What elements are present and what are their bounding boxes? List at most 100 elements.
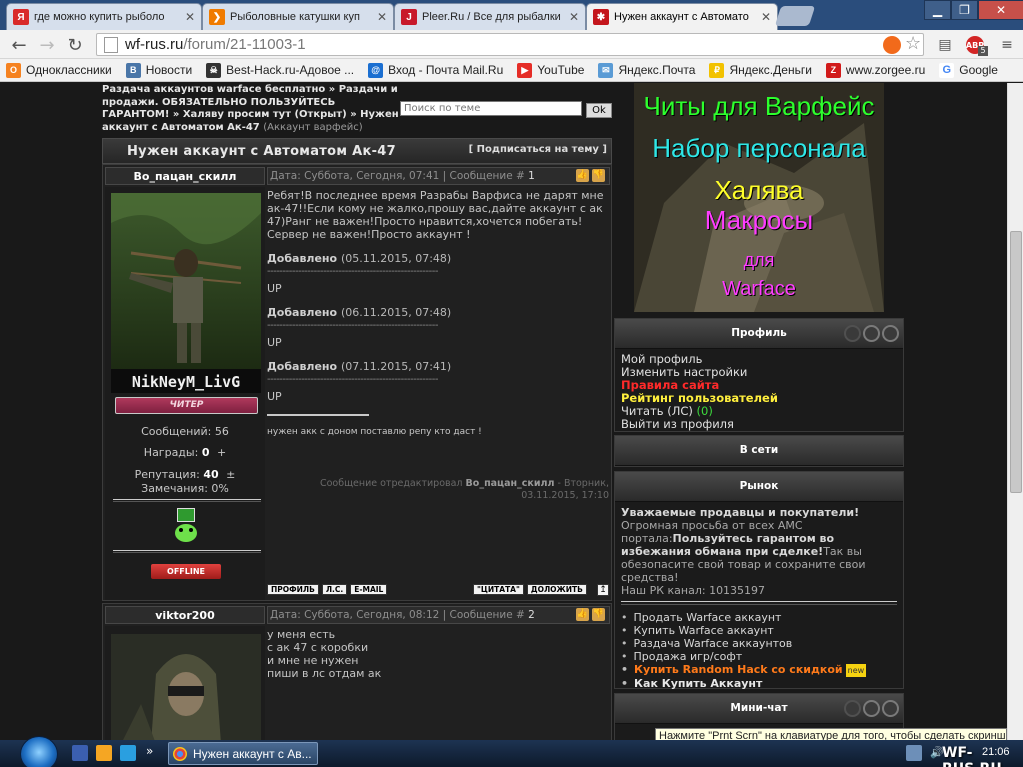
topic-search-input[interactable] xyxy=(400,101,582,116)
reader-icon[interactable]: ▤ xyxy=(936,36,954,54)
signature-divider xyxy=(267,414,369,416)
taskbar-chrome-window[interactable]: Нужен аккаунт с Ав... xyxy=(168,742,318,765)
back-arrow-icon[interactable]: ← xyxy=(8,34,30,56)
awards-label: Награды: xyxy=(143,446,199,459)
games-software-link[interactable]: Продажа игр/софт xyxy=(621,650,897,663)
windows-taskbar: » Нужен аккаунт с Ав... 🔊 21:06 xyxy=(0,736,1023,767)
thumbs-up-icon[interactable]: 👍 xyxy=(576,608,589,621)
buy-account-link[interactable]: Купить Warface аккаунт xyxy=(621,624,897,637)
divider xyxy=(113,550,261,553)
topic-header: Нужен аккаунт с Автоматом Ак-47 [ Подпис… xyxy=(102,138,612,164)
author-info xyxy=(105,626,265,740)
post-number[interactable]: 2 xyxy=(528,609,535,621)
thumbs-down-icon[interactable]: 👎 xyxy=(592,169,605,182)
bookmark-besthack[interactable]: ☠ Best-Hack.ru-Адовое ... xyxy=(206,62,354,78)
added-label: Добавлено xyxy=(267,306,338,319)
close-tab-icon[interactable]: ✕ xyxy=(569,10,579,24)
market-block-title: Рынок xyxy=(739,480,779,492)
author-info: NikNeyM_LivG ЧИТЕР Сообщений: 56 Награды… xyxy=(105,187,265,600)
avatar-caption: NikNeyM_LivG xyxy=(132,373,240,391)
post-number[interactable]: 1 xyxy=(528,170,535,182)
yandex-favicon-icon: Я xyxy=(13,9,29,25)
post-author[interactable]: Bo_пацан_скилл xyxy=(105,167,265,185)
browser-tab-3[interactable]: J Pleer.Ru / Все для рыбалки ✕ xyxy=(394,3,586,30)
promo-line-1: Читы для Варфейс xyxy=(643,91,875,121)
browser-tab-2[interactable]: ❯ Рыболовные катушки куп ✕ xyxy=(202,3,394,30)
post-author[interactable]: viktor200 xyxy=(105,606,265,624)
new-tab-button[interactable] xyxy=(774,6,816,26)
breadcrumb-link-3[interactable]: Халяву просим тут (Открыт) xyxy=(183,109,347,120)
close-tab-icon[interactable]: ✕ xyxy=(185,10,195,24)
bookmark-mailru[interactable]: @ Вход - Почта Mail.Ru xyxy=(368,62,503,78)
email-button[interactable]: E-MAIL xyxy=(350,584,388,595)
post-addition-1: Добавлено (05.11.2015, 07:48) xyxy=(267,252,610,265)
message-count: Сообщений: 56 xyxy=(141,425,229,438)
media-player-icon[interactable] xyxy=(96,745,112,761)
documents-icon[interactable] xyxy=(72,745,88,761)
giveaway-accounts-link[interactable]: Раздача Warface аккаунтов xyxy=(621,637,897,650)
reputation-vote-button[interactable]: ± xyxy=(226,468,235,481)
close-tab-icon[interactable]: ✕ xyxy=(377,10,387,24)
bookmark-zorgee[interactable]: Zwww.zorgee.ru xyxy=(825,62,925,78)
report-button[interactable]: ДОЛОЖИТЬ xyxy=(526,584,587,595)
forward-arrow-icon[interactable]: → xyxy=(36,34,58,56)
bookmark-yandex-money[interactable]: ₽ Яндекс.Деньги xyxy=(709,62,812,78)
browser-tab-4-active[interactable]: ✱ Нужен аккаунт с Автомато ✕ xyxy=(586,3,778,30)
scrollbar-thumb[interactable] xyxy=(1010,231,1022,493)
bookmark-google[interactable]: G Google xyxy=(939,62,998,78)
bookmark-odnoklassniki[interactable]: О Одноклассники xyxy=(6,62,112,78)
subscribe-link[interactable]: [ Подписаться на тему ] xyxy=(469,144,607,155)
bookmark-news[interactable]: B Новости xyxy=(125,62,193,78)
thumbs-up-icon[interactable]: 👍 xyxy=(576,169,589,182)
promo-banner[interactable]: Читы для Варфейс Набор персонала Халява … xyxy=(634,83,884,312)
minichat-block-header: Мини-чат xyxy=(615,694,903,724)
how-to-buy-link[interactable]: Как Купить Аккаунт xyxy=(621,677,897,690)
warnings: Замечания: 0% xyxy=(141,482,229,495)
extension-orange-icon[interactable] xyxy=(883,36,901,54)
address-url[interactable]: wf-rus.ru/forum/21-11003-1 xyxy=(125,36,306,53)
skype-icon[interactable] xyxy=(120,745,136,761)
menu-icon[interactable]: ≡ xyxy=(998,36,1016,54)
close-tab-icon[interactable]: ✕ xyxy=(761,10,771,24)
bookmark-label: YouTube xyxy=(537,63,585,77)
added-date: (06.11.2015, 07:48) xyxy=(340,306,452,319)
wallet-icon: ₽ xyxy=(709,62,725,78)
page-scrollbar[interactable] xyxy=(1007,83,1023,740)
forum-post-2: viktor200 Дата: Суббота, Сегодня, 08:12 … xyxy=(102,603,612,740)
chevron-right-icon[interactable]: » xyxy=(146,744,153,758)
awards-value: 0 xyxy=(201,446,210,459)
topic-title: Нужен аккаунт с Автоматом Ак-47 xyxy=(127,144,396,159)
edit-notice-user[interactable]: Bo_пацан_скилл xyxy=(466,478,555,489)
minimize-window-button[interactable]: ▁ xyxy=(924,0,951,20)
address-bar[interactable]: wf-rus.ru/forum/21-11003-1 ☆ xyxy=(96,33,924,56)
site-watermark: WF-RUS.RU xyxy=(942,745,1002,767)
display-icon[interactable] xyxy=(906,745,922,761)
start-button[interactable] xyxy=(20,736,58,767)
restore-window-button[interactable]: ❐ xyxy=(951,0,978,20)
browser-toolbar: ← → ↻ wf-rus.ru/forum/21-11003-1 ☆ ▤ ABP… xyxy=(0,30,1023,59)
user-avatar[interactable]: NikNeyM_LivG xyxy=(111,193,261,393)
topic-search-button[interactable]: Ok xyxy=(586,103,612,118)
post-meta: Дата: Суббота, Сегодня, 08:12 | Сообщени… xyxy=(267,606,610,624)
bookmark-yandex-mail[interactable]: ✉ Яндекс.Почта xyxy=(598,62,696,78)
thumbs-down-icon[interactable]: 👎 xyxy=(592,608,605,621)
reload-icon[interactable]: ↻ xyxy=(64,34,86,56)
random-hack-link[interactable]: Купить Random Hack со скидкойnew xyxy=(621,663,897,677)
awards-plus-button[interactable]: + xyxy=(217,446,226,459)
browser-tab-1[interactable]: Я где можно купить рыболо ✕ xyxy=(6,3,202,30)
breadcrumb-link-1[interactable]: Раздача аккаунтов warface бесплатно xyxy=(102,84,325,95)
close-window-button[interactable]: ✕ xyxy=(978,0,1023,20)
logout-link[interactable]: Выйти из профиля xyxy=(621,418,897,431)
profile-button[interactable]: ПРОФИЛЬ xyxy=(267,584,319,595)
user-avatar[interactable] xyxy=(111,634,261,740)
bookmark-star-icon[interactable]: ☆ xyxy=(905,33,921,54)
sell-account-link[interactable]: Продать Warface аккаунт xyxy=(621,611,897,624)
bookmark-label: Яндекс.Почта xyxy=(618,63,696,77)
quote-button[interactable]: "ЦИТАТА" xyxy=(473,584,524,595)
bookmark-youtube[interactable]: ▶ YouTube xyxy=(517,62,585,78)
frog-award-icon xyxy=(175,508,197,544)
bookmark-label: Новости xyxy=(145,63,193,77)
scroll-to-top-icon[interactable]: ↥ xyxy=(597,584,609,596)
promo-line-6: Warface xyxy=(722,278,796,300)
private-message-button[interactable]: Л.С. xyxy=(321,584,348,595)
